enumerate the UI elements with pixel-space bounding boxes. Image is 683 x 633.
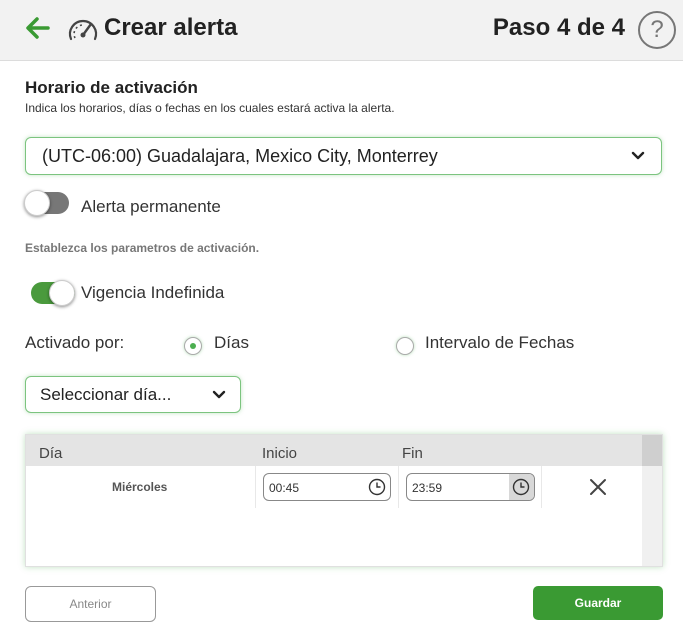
column-header-day: Día — [39, 445, 63, 462]
radio-date-range-label[interactable]: Intervalo de Fechas — [425, 333, 574, 353]
timezone-value: (UTC-06:00) Guadalajara, Mexico City, Mo… — [42, 145, 438, 166]
params-label: Establezca los parametros de activación. — [25, 241, 260, 255]
day-select-value: Seleccionar día... — [40, 384, 172, 404]
cell-divider — [541, 466, 542, 508]
radio-date-range[interactable] — [396, 337, 414, 355]
section-title: Horario de activación — [25, 78, 198, 97]
radio-days[interactable] — [184, 337, 202, 355]
table-header: Día Inicio Fin — [26, 435, 642, 466]
clock-icon[interactable] — [512, 478, 530, 496]
speedometer-icon — [68, 19, 98, 41]
end-time-value: 23:59 — [412, 481, 443, 495]
column-header-start: Inicio — [262, 445, 298, 462]
schedule-table: Día Inicio Fin Miércoles 00:45 23:59 — [25, 434, 663, 567]
permanent-alert-toggle[interactable] — [24, 190, 69, 216]
activated-by-label: Activado por: — [25, 333, 125, 352]
clock-icon[interactable] — [368, 478, 386, 496]
section-description: Indica los horarios, días o fechas en lo… — [25, 101, 395, 115]
start-time-input[interactable]: 00:45 — [263, 473, 391, 501]
cell-divider — [398, 466, 399, 508]
day-select[interactable]: Seleccionar día... — [25, 376, 241, 413]
previous-button[interactable]: Anterior — [25, 586, 156, 622]
radio-days-label[interactable]: Días — [214, 333, 249, 353]
close-icon[interactable] — [589, 478, 607, 496]
chevron-down-icon — [212, 390, 226, 398]
permanent-alert-label: Alerta permanente — [81, 197, 221, 216]
help-icon[interactable]: ? — [638, 11, 676, 49]
step-indicator: Paso 4 de 4 — [492, 14, 625, 41]
toggle-knob — [24, 190, 50, 216]
table-cell-day: Miércoles — [112, 480, 168, 494]
indefinite-validity-toggle[interactable] — [31, 280, 75, 306]
end-time-input[interactable]: 23:59 — [406, 473, 535, 501]
table-scrollbar[interactable] — [642, 435, 662, 566]
top-bar: Crear alerta Paso 4 de 4 ? — [0, 0, 683, 61]
column-header-end: Fin — [402, 445, 423, 462]
timezone-select[interactable]: (UTC-06:00) Guadalajara, Mexico City, Mo… — [25, 137, 662, 175]
page-title: Crear alerta — [104, 14, 238, 41]
chevron-down-icon — [631, 151, 645, 160]
back-arrow-icon[interactable] — [24, 14, 52, 42]
scrollbar-thumb[interactable] — [642, 435, 662, 466]
toggle-knob — [49, 280, 75, 306]
cell-divider — [255, 466, 256, 508]
start-time-value: 00:45 — [269, 481, 300, 495]
indefinite-validity-label: Vigencia Indefinida — [81, 283, 225, 302]
save-button[interactable]: Guardar — [533, 586, 663, 620]
